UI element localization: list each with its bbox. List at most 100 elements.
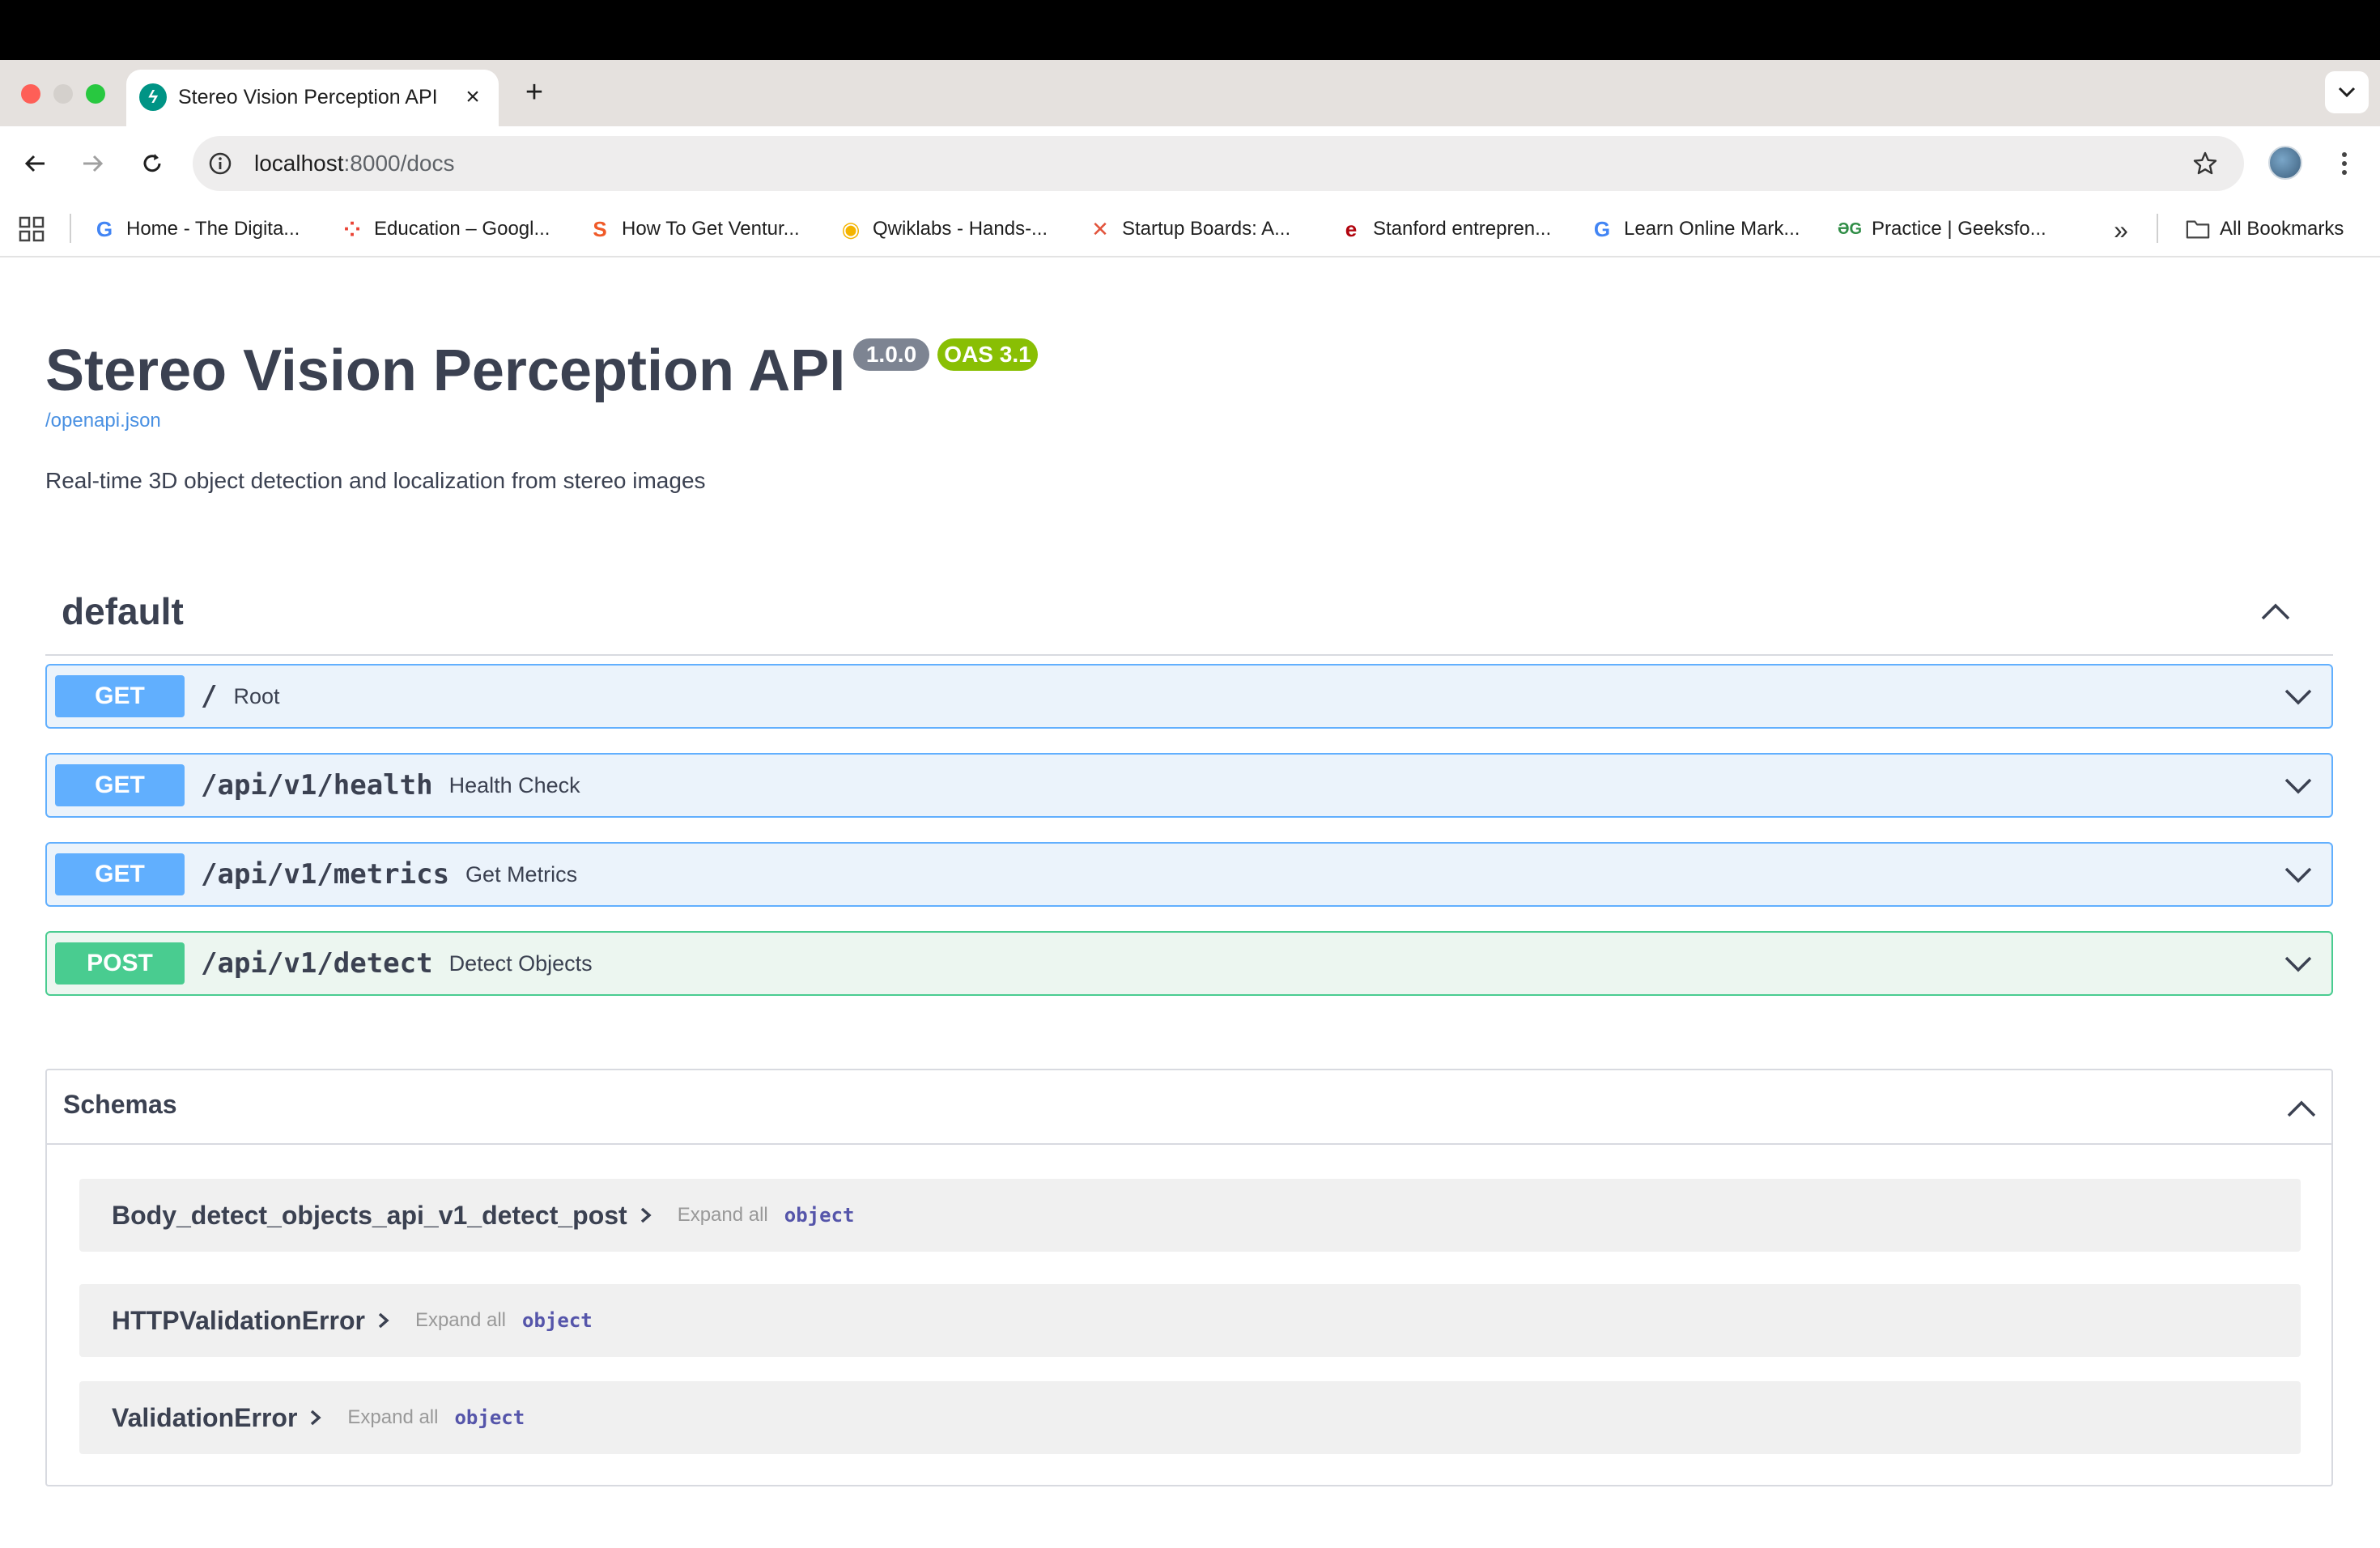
- bookmark-label: Startup Boards: A...: [1122, 218, 1291, 240]
- folder-icon: [2186, 217, 2210, 241]
- chevron-right-icon[interactable]: [634, 1203, 658, 1227]
- version-badge: 1.0.0: [853, 338, 929, 371]
- model-type: object: [784, 1204, 855, 1227]
- operation-summary: Detect Objects: [448, 951, 593, 976]
- minimize-window-button[interactable]: [53, 84, 73, 104]
- openapi-json-link[interactable]: /openapi.json: [45, 410, 161, 432]
- bookmark-label: Stanford entrepren...: [1373, 218, 1552, 240]
- schema-model[interactable]: Body_detect_objects_api_v1_detect_post E…: [79, 1179, 2301, 1252]
- bookmark-item[interactable]: e Stanford entrepren...: [1339, 211, 1551, 248]
- more-bookmarks-icon[interactable]: »: [2105, 214, 2137, 246]
- back-button[interactable]: [16, 144, 55, 183]
- site-info-icon[interactable]: [204, 147, 236, 180]
- bookmarks-separator: [70, 214, 71, 243]
- qwiklabs-icon: ◉: [841, 216, 861, 241]
- model-type: object: [522, 1309, 593, 1332]
- chevron-right-icon[interactable]: [304, 1406, 328, 1430]
- schemas-section: Schemas Body_detect_objects_api_v1_detec…: [45, 1069, 2333, 1486]
- model-name[interactable]: Body_detect_objects_api_v1_detect_post: [112, 1201, 627, 1231]
- expand-all-button[interactable]: Expand all: [678, 1204, 768, 1227]
- bookmark-item[interactable]: ✕ Startup Boards: A...: [1088, 211, 1290, 248]
- operation-path: /api/v1/health: [201, 769, 433, 802]
- schema-model[interactable]: HTTPValidationError Expand all object: [79, 1284, 2301, 1357]
- bookmark-item[interactable]: G Learn Online Mark...: [1590, 211, 1800, 248]
- bookmark-label: Qwiklabs - Hands-...: [873, 218, 1048, 240]
- chevron-down-icon[interactable]: [2278, 766, 2318, 806]
- chevron-down-icon: [2338, 87, 2356, 98]
- opblock-get-root[interactable]: GET / Root: [45, 664, 2333, 729]
- tab-search-button[interactable]: [2325, 71, 2369, 113]
- operation-summary: Root: [233, 684, 280, 708]
- oas-badge: OAS 3.1: [937, 338, 1038, 371]
- schemas-title: Schemas: [63, 1090, 177, 1119]
- bookmark-label: Practice | Geeksfo...: [1872, 218, 2046, 240]
- google-g-icon: G: [96, 216, 113, 241]
- reload-button[interactable]: [133, 144, 172, 183]
- bookmark-label: How To Get Ventur...: [622, 218, 800, 240]
- method-badge: GET: [55, 853, 185, 895]
- opblock-get-metrics[interactable]: GET /api/v1/metrics Get Metrics: [45, 842, 2333, 907]
- section-divider: [45, 654, 2333, 656]
- method-badge: POST: [55, 942, 185, 985]
- maximize-window-button[interactable]: [86, 84, 105, 104]
- reload-icon: [143, 154, 161, 172]
- url-host: localhost: [254, 151, 344, 176]
- bookmarks-bar: G Home - The Digita... ⁘ Education – Googl.…: [0, 201, 2380, 257]
- schemas-header[interactable]: Schemas: [47, 1070, 2331, 1145]
- bookmark-star-icon[interactable]: [2187, 146, 2223, 181]
- tab-close-icon[interactable]: ×: [457, 81, 489, 113]
- new-tab-button[interactable]: +: [518, 76, 550, 108]
- arrow-left-icon: [24, 155, 45, 172]
- schemas-collapse-chevron-up-icon[interactable]: [2281, 1088, 2322, 1129]
- close-window-button[interactable]: [21, 84, 40, 104]
- all-bookmarks-label: All Bookmarks: [2220, 218, 2344, 240]
- arrow-right-icon: [83, 155, 104, 172]
- bookmark-item[interactable]: G Home - The Digita...: [92, 211, 300, 248]
- tab-title: Stereo Vision Perception API: [178, 86, 438, 108]
- model-name[interactable]: HTTPValidationError: [112, 1306, 365, 1336]
- url-text[interactable]: localhost:8000/docs: [254, 147, 455, 180]
- section-collapse-chevron-up-icon[interactable]: [2255, 591, 2296, 632]
- chevron-down-icon[interactable]: [2278, 677, 2318, 717]
- google-g-icon: G: [1593, 216, 1611, 241]
- api-description: Real-time 3D object detection and locali…: [45, 468, 706, 493]
- browser-tab-active[interactable]: ϟ Stereo Vision Perception API ×: [126, 70, 499, 126]
- method-badge: GET: [55, 764, 185, 806]
- bookmark-label: Home - The Digita...: [126, 218, 300, 240]
- chevron-down-icon[interactable]: [2278, 944, 2318, 985]
- profile-avatar[interactable]: [2268, 146, 2302, 180]
- apps-grid-icon[interactable]: [18, 215, 45, 243]
- s-logo-icon: S: [593, 216, 607, 241]
- bookmark-item[interactable]: ƏG Practice | Geeksfo...: [1838, 211, 2046, 248]
- operation-path: /: [201, 680, 218, 712]
- browser-menu-icon[interactable]: [2328, 146, 2361, 181]
- bookmark-label: Learn Online Mark...: [1624, 218, 1800, 240]
- address-bar[interactable]: localhost:8000/docs: [193, 136, 2244, 191]
- chevron-down-icon[interactable]: [2278, 855, 2318, 895]
- google-dots-icon: ⁘: [343, 216, 361, 241]
- operation-path: /api/v1/metrics: [201, 858, 450, 891]
- expand-all-button[interactable]: Expand all: [347, 1406, 438, 1429]
- bookmark-item[interactable]: ⁘ Education – Googl...: [340, 211, 550, 248]
- section-title-default[interactable]: default: [62, 589, 184, 633]
- expand-all-button[interactable]: Expand all: [415, 1309, 506, 1332]
- bookmarks-separator: [2157, 214, 2158, 243]
- chevron-right-icon[interactable]: [372, 1308, 396, 1333]
- all-bookmarks-button[interactable]: All Bookmarks: [2186, 211, 2344, 248]
- model-type: object: [454, 1406, 525, 1429]
- opblock-post-detect[interactable]: POST /api/v1/detect Detect Objects: [45, 931, 2333, 996]
- forward-button[interactable]: [73, 144, 112, 183]
- model-name[interactable]: ValidationError: [112, 1403, 297, 1433]
- screen-top-bar: [0, 0, 2380, 60]
- bookmark-item[interactable]: ◉ Qwiklabs - Hands-...: [839, 211, 1048, 248]
- opblock-get-health[interactable]: GET /api/v1/health Health Check: [45, 753, 2333, 818]
- schema-model[interactable]: ValidationError Expand all object: [79, 1381, 2301, 1454]
- stanford-e-icon: e: [1345, 216, 1358, 241]
- operation-path: /api/v1/detect: [201, 947, 433, 980]
- page-title: Stereo Vision Perception API: [45, 338, 846, 403]
- operation-summary: Get Metrics: [465, 862, 578, 887]
- method-badge: GET: [55, 675, 185, 717]
- fastapi-favicon-icon: ϟ: [139, 83, 167, 111]
- operation-summary: Health Check: [448, 773, 580, 797]
- bookmark-item[interactable]: S How To Get Ventur...: [588, 211, 800, 248]
